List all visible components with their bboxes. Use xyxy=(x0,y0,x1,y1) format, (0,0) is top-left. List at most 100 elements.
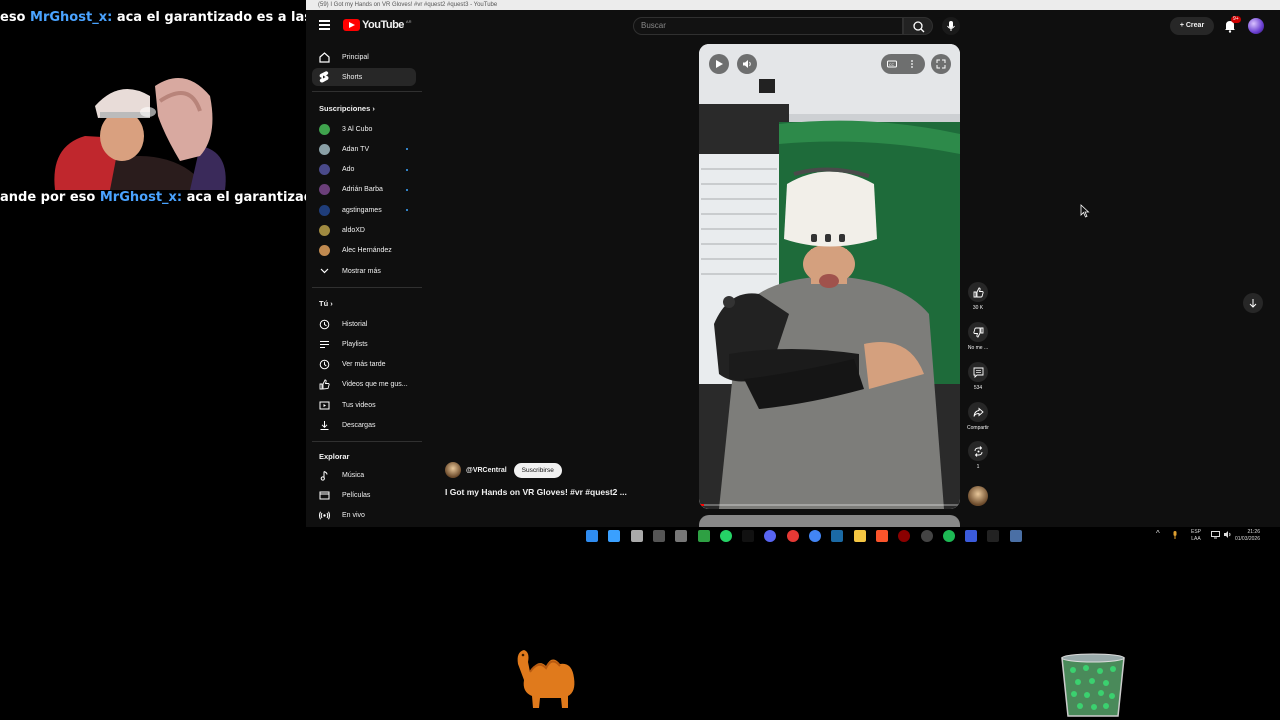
taskbar-app4-icon[interactable] xyxy=(786,530,799,542)
search-icon xyxy=(913,21,925,33)
channel-handle[interactable]: @VRCentral xyxy=(466,467,507,474)
channel-avatar[interactable] xyxy=(445,462,461,478)
watch-later-icon xyxy=(319,359,329,370)
you-header[interactable]: Tú › xyxy=(319,299,333,308)
audio-avatar-button[interactable] xyxy=(966,486,990,506)
taskbar-app3-icon[interactable] xyxy=(742,530,755,542)
taskbar-discord-icon[interactable] xyxy=(764,530,777,542)
taskbar-chrome-icon[interactable] xyxy=(809,530,821,542)
share-button[interactable]: Compartir xyxy=(966,402,990,431)
taskbar-search-icon[interactable] xyxy=(608,530,621,542)
create-button[interactable]: + Crear xyxy=(1170,17,1214,35)
create-label: Crear xyxy=(1185,22,1205,29)
shorts-icon xyxy=(318,71,330,83)
clock-date: 01/03/2026 xyxy=(1234,536,1260,542)
taskbar-whatsapp-icon[interactable] xyxy=(719,530,732,542)
taskbar-app2-icon[interactable] xyxy=(675,530,688,542)
sidebar-item-you[interactable]: Historial xyxy=(312,315,416,333)
more-options-icon[interactable] xyxy=(909,59,915,69)
sidebar-item-subscription[interactable]: Adrián Barba xyxy=(312,181,416,199)
taskbar-app7-icon[interactable] xyxy=(987,530,1000,542)
short-video-player[interactable]: CC xyxy=(699,44,960,509)
taskbar-app6-icon[interactable] xyxy=(965,530,978,542)
taskbar-task-view-icon[interactable] xyxy=(630,530,643,542)
video-progress-bar[interactable] xyxy=(699,504,960,506)
playlists-icon xyxy=(319,340,329,348)
sidebar-item-explore[interactable]: En vivo xyxy=(312,507,416,525)
sidebar-divider xyxy=(312,287,422,288)
section-title: Tú xyxy=(319,299,329,308)
sidebar-item-shorts[interactable]: Shorts xyxy=(312,68,416,86)
history-icon xyxy=(319,319,329,329)
sidebar-item-label: Principal xyxy=(342,53,369,61)
mic-tray-icon[interactable] xyxy=(1172,530,1178,540)
search-button[interactable] xyxy=(903,17,933,35)
fullscreen-button[interactable] xyxy=(931,54,951,74)
chevron-up-icon[interactable]: ^ xyxy=(1156,530,1160,538)
voice-search-button[interactable] xyxy=(942,17,960,35)
recycle-bin-icon[interactable] xyxy=(1058,652,1128,718)
taskbar-app1-icon[interactable] xyxy=(652,530,665,542)
sidebar-item-subscription[interactable]: aldoXD xyxy=(312,222,416,240)
next-short-button[interactable] xyxy=(1243,293,1263,313)
taskbar-start-icon[interactable] xyxy=(586,530,598,542)
channel-avatar xyxy=(318,204,330,216)
sidebar-item-label: Historial xyxy=(342,320,368,328)
subscribe-button[interactable]: Suscribirse xyxy=(513,462,562,478)
browser-window: (59) I Got my Hands on VR Gloves! #vr #q… xyxy=(306,0,1280,527)
sidebar-item-you[interactable]: Descargas xyxy=(312,417,416,435)
new-content-dot xyxy=(406,209,408,212)
sidebar-item-subscription[interactable]: Adan TV xyxy=(312,140,416,158)
search-input[interactable]: Buscar xyxy=(633,17,903,35)
speaker-icon[interactable] xyxy=(1223,530,1232,542)
sidebar-item-subscription[interactable]: Alec Hernández xyxy=(312,242,416,260)
sidebar-item-you[interactable]: Playlists xyxy=(312,335,416,353)
remix-count: 1 xyxy=(976,464,980,470)
taskbar-steam-icon[interactable] xyxy=(831,530,844,542)
sidebar-item-you[interactable]: Tus videos xyxy=(312,396,416,414)
sidebar-item-you[interactable]: Videos que me gus... xyxy=(312,376,416,394)
remix-button[interactable]: 1 xyxy=(966,441,990,470)
sidebar-item-label: Videos que me gus... xyxy=(342,381,408,389)
sidebar-item-principal[interactable]: Principal xyxy=(312,48,416,66)
taskbar-spotify-icon[interactable] xyxy=(942,530,955,542)
hamburger-menu-icon[interactable] xyxy=(319,20,330,30)
windows-taskbar: ^ ESP LAA 21:26 01/03/2026 xyxy=(306,527,1280,545)
clock[interactable]: 21:26 01/03/2026 xyxy=(1234,529,1260,543)
notifications-button[interactable]: 9+ xyxy=(1222,16,1241,34)
youtube-logo[interactable]: YouTube AR xyxy=(343,19,411,31)
chat-overlay-bottom: ande por eso MrGhost_x: aca el garantiza… xyxy=(0,190,306,205)
taskbar-brave-icon[interactable] xyxy=(875,530,888,542)
channel-avatar xyxy=(318,143,330,155)
network-icon[interactable] xyxy=(1211,530,1220,542)
next-short-preview[interactable] xyxy=(699,515,960,527)
sidebar-item-subscription[interactable]: 3 Al Cubo xyxy=(312,120,416,138)
sidebar-item-explore[interactable]: Películas xyxy=(312,486,416,504)
taskbar-obs-icon[interactable] xyxy=(920,530,933,542)
like-button[interactable]: 30 K xyxy=(966,282,990,311)
short-channel-row: @VRCentral Suscribirse xyxy=(445,462,562,478)
taskbar-xbox-icon[interactable] xyxy=(697,530,710,542)
play-button[interactable] xyxy=(709,54,729,74)
account-avatar[interactable] xyxy=(1248,18,1264,34)
captions-icon[interactable]: CC xyxy=(887,59,897,69)
language-indicator[interactable]: ESP LAA xyxy=(1186,529,1206,543)
taskbar-app8-icon[interactable] xyxy=(1009,530,1022,542)
music-icon xyxy=(320,470,327,481)
new-content-dot xyxy=(406,168,408,171)
sidebar-item-you[interactable]: Ver más tarde xyxy=(312,356,416,374)
sidebar-item-subscription[interactable]: agstingames xyxy=(312,201,416,219)
dislike-button[interactable]: No me ... xyxy=(966,322,990,351)
chat-message: aca el garantizado es a las 90 xyxy=(116,10,306,25)
window-titlebar[interactable]: (59) I Got my Hands on VR Gloves! #vr #q… xyxy=(306,0,1280,10)
subscriptions-header[interactable]: Suscripciones › xyxy=(319,104,375,113)
comments-button[interactable]: 534 xyxy=(966,362,990,391)
volume-button[interactable] xyxy=(737,54,757,74)
sidebar-item-subscription[interactable]: Ado xyxy=(312,161,416,179)
short-title[interactable]: I Got my Hands on VR Gloves! #vr #quest2… xyxy=(445,487,627,497)
taskbar-app5-icon[interactable] xyxy=(898,530,911,542)
taskbar-explorer-icon[interactable] xyxy=(853,530,866,542)
show-more-button[interactable]: Mostrar más xyxy=(312,262,416,280)
sidebar-item-explore[interactable]: Música xyxy=(312,466,416,484)
sidebar-item-label: agstingames xyxy=(342,206,382,214)
